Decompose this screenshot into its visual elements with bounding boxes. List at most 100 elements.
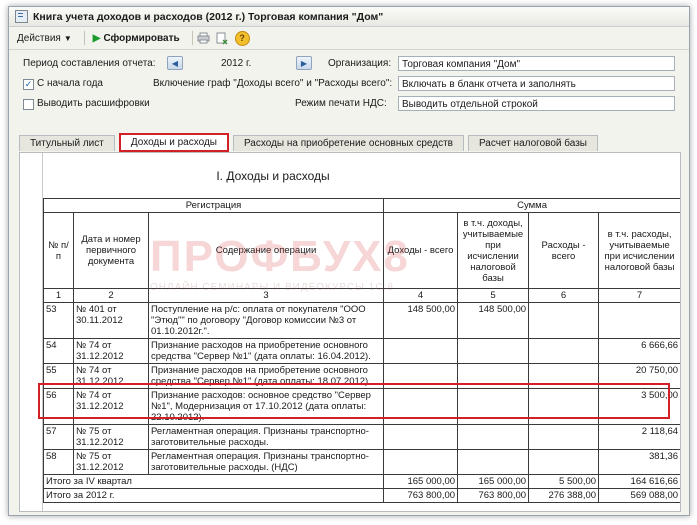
arrow-right-icon: ▶ <box>300 58 308 68</box>
row-content: Регламентная операция. Признаны транспор… <box>147 449 385 475</box>
table-header-row: № п/п Дата и номер первичного документа … <box>43 212 680 289</box>
row-doc: № 74 от 31.12.2012 <box>73 388 149 425</box>
header-expense-total: Расходы - всего <box>528 212 600 289</box>
report-sheet: I. Доходы и расходы Регистрация Сумма № … <box>42 153 680 511</box>
row-expense-taxable: 6 666,66 <box>598 338 680 364</box>
toolbar-separator <box>191 31 193 45</box>
row-expense-total <box>528 338 600 364</box>
actions-menu-button[interactable]: Действия ▼ <box>13 32 76 45</box>
row-content: Признание расходов на приобретение основ… <box>147 338 385 364</box>
title-bar: Книга учета доходов и расходов (2012 г.)… <box>9 7 689 27</box>
row-expense-taxable <box>598 302 680 339</box>
show-decoding-checkbox[interactable] <box>23 99 34 110</box>
row-income-total <box>383 338 459 364</box>
table-row: 57 № 75 от 31.12.2012 Регламентная опера… <box>43 424 680 450</box>
header-income-total: Доходы - всего <box>383 212 459 289</box>
row-content: Поступление на р/с: оплата от покупателя… <box>147 302 385 339</box>
col-num-7: 7 <box>598 288 680 303</box>
vat-print-mode-field[interactable]: Выводить отдельной строкой <box>398 96 675 111</box>
tab-income-expenses[interactable]: Доходы и расходы <box>118 133 229 152</box>
row-doc: № 74 от 31.12.2012 <box>73 338 149 364</box>
header-num: № п/п <box>43 212 74 289</box>
window-title: Книга учета доходов и расходов (2012 г.)… <box>33 10 384 23</box>
help-icon[interactable]: ? <box>234 30 250 46</box>
header-content: Содержание операции <box>147 212 385 289</box>
table-row: 55 № 74 от 31.12.2012 Признание расходов… <box>43 363 680 389</box>
row-num: 58 <box>43 449 74 475</box>
row-income-taxable <box>457 449 530 475</box>
total-row: Итого за IV квартал 165 000,00 165 000,0… <box>42 474 680 489</box>
row-num: 53 <box>43 302 74 339</box>
settings-icon[interactable] <box>216 31 230 45</box>
table-row: 53 № 401 от 30.11.2012 Поступление на р/… <box>43 302 680 339</box>
col-num-6: 6 <box>528 288 600 303</box>
total-expense-total: 5 500,00 <box>528 474 600 489</box>
row-expense-taxable: 381,36 <box>598 449 680 475</box>
row-content: Признание расходов на приобретение основ… <box>147 363 385 389</box>
arrow-left-icon: ◀ <box>171 58 179 68</box>
row-expense-total <box>528 388 600 425</box>
total-label: Итого за 2012 г. <box>42 488 385 503</box>
print-icon[interactable] <box>197 31 211 45</box>
row-doc: № 75 от 31.12.2012 <box>73 449 149 475</box>
total-income-taxable: 763 800,00 <box>457 488 530 503</box>
row-income-taxable <box>457 338 530 364</box>
total-income-taxable: 165 000,00 <box>457 474 530 489</box>
include-columns-field[interactable]: Включать в бланк отчета и заполнять <box>398 76 675 91</box>
row-expense-taxable: 20 750,00 <box>598 363 680 389</box>
row-expense-taxable: 2 118,64 <box>598 424 680 450</box>
show-decoding-label: Выводить расшифровки <box>37 98 150 109</box>
row-doc: № 74 от 31.12.2012 <box>73 363 149 389</box>
from-start-checkbox[interactable]: ✓ <box>23 79 34 90</box>
tab-fixed-assets-expenses[interactable]: Расходы на приобретение основных средств <box>232 135 464 151</box>
generate-label: Сформировать <box>103 32 180 44</box>
toolbar: Действия ▼ ▶ Сформировать ? <box>9 27 689 50</box>
row-income-total <box>383 363 459 389</box>
report-window: Книга учета доходов и расходов (2012 г.)… <box>8 6 690 516</box>
period-label: Период составления отчета: <box>23 58 156 69</box>
organization-field[interactable]: Торговая компания "Дом" <box>398 56 675 71</box>
table-header-group-row: Регистрация Сумма <box>42 198 680 213</box>
col-num-4: 4 <box>383 288 459 303</box>
row-expense-total <box>528 363 600 389</box>
vat-print-mode-label: Режим печати НДС: <box>295 98 387 109</box>
period-prev-button[interactable]: ◀ <box>167 56 183 70</box>
col-num-1: 1 <box>43 288 74 303</box>
row-income-taxable <box>457 363 530 389</box>
header-sum: Сумма <box>383 198 680 213</box>
row-num: 55 <box>43 363 74 389</box>
income-expense-table: Регистрация Сумма № п/п Дата и номер пер… <box>42 198 680 503</box>
caret-down-icon: ▼ <box>63 33 72 43</box>
header-expense-taxable: в т.ч. расходы, учитываемые при исчислен… <box>598 212 680 289</box>
report-panel: I. Доходы и расходы Регистрация Сумма № … <box>19 152 681 512</box>
actions-label: Действия <box>17 32 61 44</box>
row-income-taxable <box>457 388 530 425</box>
row-content: Регламентная операция. Признаны транспор… <box>147 424 385 450</box>
report-settings-form: Период составления отчета: ◀ 2012 г. ▶ О… <box>9 50 689 148</box>
row-num: 54 <box>43 338 74 364</box>
row-expense-taxable: 3 500,00 <box>598 388 680 425</box>
from-start-label: С начала года <box>37 78 103 89</box>
row-income-total <box>383 449 459 475</box>
play-icon: ▶ <box>92 32 101 44</box>
column-number-row: 1 2 3 4 5 6 7 <box>43 288 680 303</box>
total-expense-taxable: 164 616,66 <box>598 474 680 489</box>
include-columns-label: Включение граф "Доходы всего" и "Расходы… <box>153 78 393 89</box>
table-row: 58 № 75 от 31.12.2012 Регламентная опера… <box>43 449 680 475</box>
row-doc: № 75 от 31.12.2012 <box>73 424 149 450</box>
row-expense-total <box>528 449 600 475</box>
row-num: 57 <box>43 424 74 450</box>
tab-title-page[interactable]: Титульный лист <box>19 135 115 151</box>
table-row: 56 № 74 от 31.12.2012 Признание расходов… <box>43 388 680 425</box>
tab-tax-base[interactable]: Расчет налоговой базы <box>467 135 598 151</box>
generate-button[interactable]: ▶ Сформировать <box>89 32 184 45</box>
report-tabs: Титульный лист Доходы и расходы Расходы … <box>19 133 602 152</box>
row-income-total <box>383 388 459 425</box>
total-expense-total: 276 388,00 <box>528 488 600 503</box>
section-title: I. Доходы и расходы <box>216 169 330 183</box>
document-icon <box>15 10 28 23</box>
organization-label: Организация: <box>328 58 392 69</box>
row-income-total <box>383 424 459 450</box>
period-next-button[interactable]: ▶ <box>296 56 312 70</box>
total-income-total: 763 800,00 <box>383 488 459 503</box>
